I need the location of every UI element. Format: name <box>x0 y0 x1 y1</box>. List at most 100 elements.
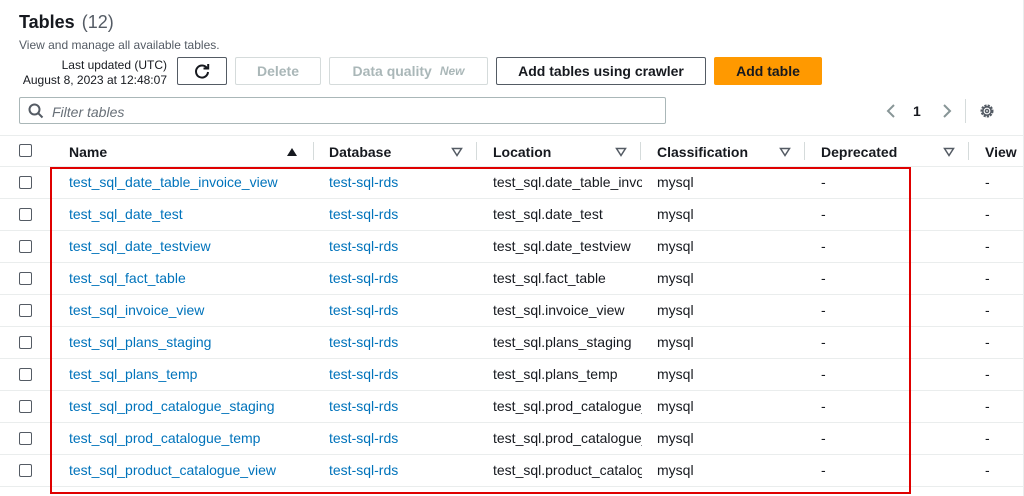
row-checkbox[interactable] <box>19 464 32 477</box>
chevron-right-icon[interactable] <box>940 103 954 119</box>
column-header-view[interactable]: View <box>985 136 1017 167</box>
last-updated-value: August 8, 2023 at 12:48:07 <box>22 73 167 87</box>
sort-icon[interactable] <box>943 147 955 157</box>
cell-classification: mysql <box>657 430 694 446</box>
add-tables-crawler-button[interactable]: Add tables using crawler <box>496 57 706 85</box>
cell-location: test_sql.prod_catalogue_staging <box>493 398 642 414</box>
cell-database[interactable]: test-sql-rds <box>329 359 469 390</box>
divider <box>965 99 966 123</box>
last-updated-label: Last updated (UTC) <box>61 58 167 72</box>
table-row[interactable]: test_sql_invoice_view test-sql-rds test_sq… <box>0 295 1023 327</box>
cell-database[interactable]: test-sql-rds <box>329 423 469 454</box>
cell-database[interactable]: test-sql-rds <box>329 391 469 422</box>
select-all-checkbox[interactable] <box>19 144 32 157</box>
table-row[interactable]: test_sql_plans_staging test-sql-rds test_s… <box>0 327 1023 359</box>
cell-view: - <box>985 302 990 318</box>
table-row[interactable]: test_sql_product_catalogue_view test-sql-… <box>0 455 1023 487</box>
row-checkbox[interactable] <box>19 336 32 349</box>
cell-classification: mysql <box>657 174 694 190</box>
cell-name[interactable]: test_sql_invoice_view <box>69 295 305 326</box>
new-badge: New <box>439 64 465 78</box>
cell-location: test_sql.date_testview <box>493 238 631 254</box>
cell-deprecated: - <box>821 430 826 446</box>
table-header: Name Database Location Classification De… <box>0 135 1023 167</box>
column-database-label: Database <box>329 143 392 160</box>
cell-location: test_sql.prod_catalogue_temp <box>493 430 642 446</box>
cell-classification: mysql <box>657 238 694 254</box>
column-header-classification[interactable]: Classification <box>657 136 748 167</box>
cell-database[interactable]: test-sql-rds <box>329 167 469 198</box>
cell-name[interactable]: test_sql_prod_catalogue_staging <box>69 391 305 422</box>
cell-database[interactable]: test-sql-rds <box>329 327 469 358</box>
sort-ascending-icon[interactable] <box>286 147 298 157</box>
column-header-location[interactable]: Location <box>493 136 551 167</box>
cell-database[interactable]: test-sql-rds <box>329 295 469 326</box>
tables-panel: Tables (12) View and manage all availabl… <box>0 0 1024 496</box>
table-row[interactable]: test_sql_fact_table test-sql-rds test_sql.… <box>0 263 1023 295</box>
page-number[interactable]: 1 <box>913 103 921 119</box>
cell-deprecated: - <box>821 334 826 350</box>
chevron-left-icon[interactable] <box>884 103 898 119</box>
cell-deprecated: - <box>821 462 826 478</box>
row-checkbox[interactable] <box>19 432 32 445</box>
cell-database[interactable]: test-sql-rds <box>329 199 469 230</box>
column-header-deprecated[interactable]: Deprecated <box>821 136 897 167</box>
cell-name[interactable]: test_sql_prod_catalogue_temp <box>69 423 305 454</box>
cell-view: - <box>985 462 990 478</box>
cell-name[interactable]: test_sql_fact_table <box>69 263 305 294</box>
data-quality-button[interactable]: Data quality New <box>329 57 488 85</box>
cell-database[interactable]: test-sql-rds <box>329 263 469 294</box>
column-deprecated-label: Deprecated <box>821 143 898 160</box>
cell-location: test_sql.product_catalogue_view <box>493 462 642 478</box>
column-header-database[interactable]: Database <box>329 136 391 167</box>
cell-view: - <box>985 398 990 414</box>
cell-view: - <box>985 334 990 350</box>
row-checkbox[interactable] <box>19 304 32 317</box>
cell-view: - <box>985 238 990 254</box>
cell-classification: mysql <box>657 334 694 350</box>
table-row[interactable]: test_sql_plans_temp test-sql-rds test_sql.… <box>0 359 1023 391</box>
row-checkbox[interactable] <box>19 272 32 285</box>
cell-database[interactable]: test-sql-rds <box>329 231 469 262</box>
table-row[interactable]: test_sql_prod_catalogue_temp test-sql-rds… <box>0 423 1023 455</box>
gear-icon[interactable] <box>978 102 996 120</box>
last-updated: Last updated (UTC) August 8, 2023 at 12:… <box>19 58 167 88</box>
cell-classification: mysql <box>657 462 694 478</box>
cell-name[interactable]: test_sql_date_test <box>69 199 305 230</box>
row-checkbox[interactable] <box>19 368 32 381</box>
cell-deprecated: - <box>821 206 826 222</box>
row-checkbox[interactable] <box>19 208 32 221</box>
cell-name[interactable]: test_sql_plans_staging <box>69 327 305 358</box>
cell-deprecated: - <box>821 238 826 254</box>
cell-classification: mysql <box>657 366 694 382</box>
column-location-label: Location <box>493 143 552 160</box>
cell-name[interactable]: test_sql_date_table_invoice_view <box>69 167 305 198</box>
table-row[interactable]: test_sql_date_test test-sql-rds test_sql.d… <box>0 199 1023 231</box>
cell-database[interactable]: test-sql-rds <box>329 455 469 486</box>
cell-name[interactable]: test_sql_plans_temp <box>69 359 305 390</box>
column-header-name[interactable]: Name <box>69 136 107 167</box>
cell-deprecated: - <box>821 174 826 190</box>
sort-icon[interactable] <box>615 147 627 157</box>
cell-classification: mysql <box>657 302 694 318</box>
cell-location: test_sql.date_test <box>493 206 603 222</box>
row-checkbox[interactable] <box>19 400 32 413</box>
delete-button[interactable]: Delete <box>235 57 321 85</box>
cell-deprecated: - <box>821 398 826 414</box>
row-checkbox[interactable] <box>19 240 32 253</box>
cell-deprecated: - <box>821 366 826 382</box>
sort-icon[interactable] <box>779 147 791 157</box>
refresh-button[interactable] <box>177 57 227 85</box>
cell-location: test_sql.invoice_view <box>493 302 625 318</box>
cell-name[interactable]: test_sql_date_testview <box>69 231 305 262</box>
table-row[interactable]: test_sql_date_testview test-sql-rds test_s… <box>0 231 1023 263</box>
cell-deprecated: - <box>821 302 826 318</box>
cell-name[interactable]: test_sql_product_catalogue_view <box>69 455 305 486</box>
table-row[interactable]: test_sql_prod_catalogue_staging test-sql-… <box>0 391 1023 423</box>
search-input[interactable]: Filter tables <box>19 97 666 124</box>
add-table-button[interactable]: Add table <box>714 57 822 85</box>
sort-icon[interactable] <box>451 147 463 157</box>
row-checkbox[interactable] <box>19 176 32 189</box>
table-row[interactable]: test_sql_date_table_invoice_view test-sql… <box>0 167 1023 199</box>
cell-view: - <box>985 366 990 382</box>
